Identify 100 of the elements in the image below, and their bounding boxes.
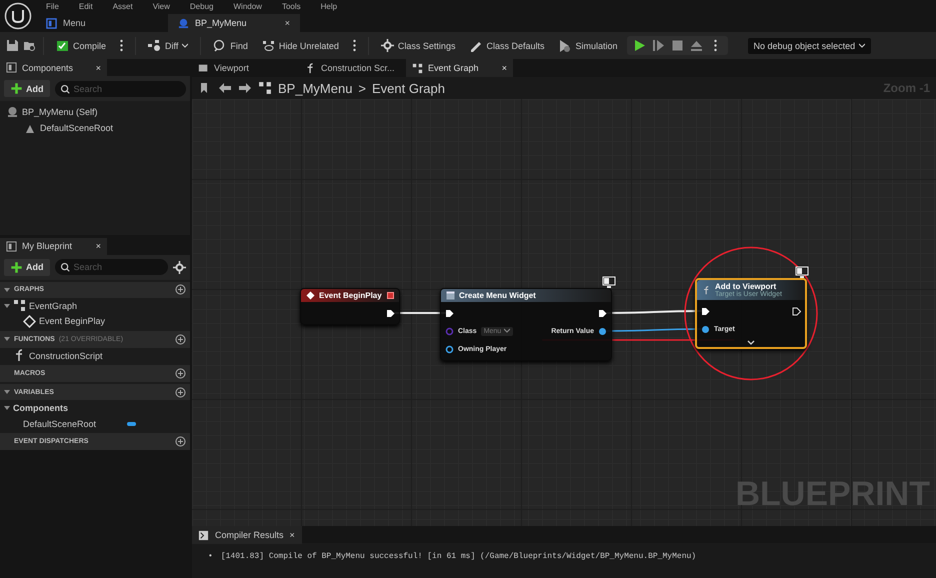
toolbar-button[interactable]: Class Defaults [464,36,550,55]
simulation-icon [558,39,572,52]
panel-tab[interactable]: Compiler Results × [192,526,302,544]
toolbar-button[interactable]: Compile [51,36,112,55]
play-icon[interactable] [632,39,646,52]
exec-pin-icon[interactable] [445,308,454,318]
diamond-icon [23,314,36,328]
folder-search-icon[interactable] [23,39,36,52]
step-icon[interactable] [652,39,665,52]
toolbar-button[interactable]: Class Settings [376,36,460,55]
menu-item[interactable]: Edit [78,2,93,10]
add-button[interactable]: Add [4,258,50,276]
node-title: Event BeginPlay [319,291,382,300]
menu-item[interactable]: View [152,2,170,10]
widget-icon [46,18,57,28]
breadcrumb-separator: > [358,80,366,96]
add-circle-icon[interactable] [175,334,186,345]
node-title: Add to Viewport [715,282,776,291]
tree-item[interactable]: DefaultSceneRoot [23,418,96,429]
tree-item[interactable]: DefaultSceneRoot [40,123,114,133]
panel-tab[interactable]: Components × [0,59,107,76]
blueprint-icon [178,18,189,28]
tree-item[interactable]: ConstructionScript [29,350,103,360]
stop-icon[interactable] [670,39,684,52]
widget-icon [446,291,455,300]
editor-tab[interactable]: Event Graph × [406,59,513,77]
caret-icon[interactable] [4,302,10,309]
diff-icon [148,39,162,52]
close-button[interactable]: × [96,241,101,252]
document-tab[interactable]: Menu [36,14,168,32]
menu-item[interactable]: Tools [282,2,301,10]
toolbar-button[interactable]: Find [208,36,253,55]
compiler-message: [1401.83] Compile of BP_MyMenu successful! [in 61 ms] (/Game/Blueprints/Widget/BP_MyMenu.BP_MyMenu) [220,551,696,562]
add-circle-icon[interactable] [175,368,186,380]
close-button[interactable]: × [290,530,295,540]
blueprint-icon [6,106,19,118]
tree-item[interactable]: Event BeginPlay [39,316,106,326]
exec-pin-icon[interactable] [598,308,607,318]
nodes-eye-icon [262,39,275,52]
components-icon [6,62,17,73]
menu-item[interactable]: Help [320,2,338,10]
add-circle-icon[interactable] [175,436,186,448]
plus-icon [10,82,23,95]
breadcrumb-item[interactable]: BP_MyMenu [278,80,352,96]
tree-item[interactable]: BP_MyMenu (Self) [22,107,98,117]
breadcrumb-item[interactable]: Event Graph [372,80,446,96]
data-pin-icon[interactable] [445,344,454,354]
close-button[interactable]: × [284,18,290,28]
close-button[interactable]: × [96,62,101,72]
search-icon [60,84,70,94]
caret-icon[interactable] [4,389,10,396]
back-arrow-icon[interactable] [218,81,232,95]
bullet-mark: • [208,551,213,562]
toolbar-button[interactable]: Simulation [553,36,623,55]
panel-tab[interactable]: My Blueprint × [0,238,107,255]
search-field[interactable]: Search [54,259,168,276]
search-icon [60,262,70,272]
engine-logo-icon[interactable] [4,2,32,30]
data-pin-icon[interactable] [701,324,710,334]
forward-arrow-icon[interactable] [238,81,252,95]
graph-icon [412,62,423,74]
add-circle-icon[interactable] [175,284,186,296]
tree-item[interactable]: EventGraph [29,300,78,311]
caret-icon[interactable] [4,286,10,293]
caret-icon [504,328,510,334]
document-tab[interactable]: BP_MyMenu × [168,14,300,32]
search-field[interactable]: Search [54,80,186,96]
add-circle-icon[interactable] [175,386,186,398]
category-label[interactable]: Components [13,403,68,414]
search-icon [213,39,226,52]
menu-item[interactable]: Debug [190,2,214,10]
exec-pin-icon[interactable] [386,308,395,318]
pencil-icon [469,39,482,52]
editor-tab[interactable]: Construction Scr... [299,59,406,77]
node-title: Create Menu Widget [459,291,536,300]
expand-chevron-icon[interactable] [747,340,755,345]
graph-icon [258,81,272,95]
blueprint-node[interactable]: Event BeginPlay [300,288,400,325]
save-icon[interactable] [6,39,19,52]
debug-object-dropdown[interactable]: No debug object selected [748,38,872,54]
data-pin-icon[interactable] [598,326,607,336]
graph-icon [13,299,26,312]
menu-item[interactable]: File [46,2,59,10]
gear-icon [380,39,394,52]
caret-icon[interactable] [4,405,10,412]
menu-item[interactable]: Window [233,2,262,10]
caret-icon[interactable] [4,336,10,342]
eject-icon[interactable] [690,39,703,52]
editor-tab[interactable]: Viewport [192,59,299,77]
menu-item[interactable]: Asset [112,2,133,10]
settings-icon[interactable] [173,260,186,274]
exec-pin-icon[interactable] [792,306,801,316]
results-icon [198,530,209,540]
toolbar-button[interactable]: Hide Unrelated [256,36,344,55]
close-button[interactable]: × [502,63,507,73]
compile-icon [56,39,69,52]
monitor-icon [602,276,616,289]
add-button[interactable]: Add [4,80,50,97]
exec-pin-icon[interactable] [701,306,710,316]
diff-dropdown[interactable]: Diff [143,36,194,55]
